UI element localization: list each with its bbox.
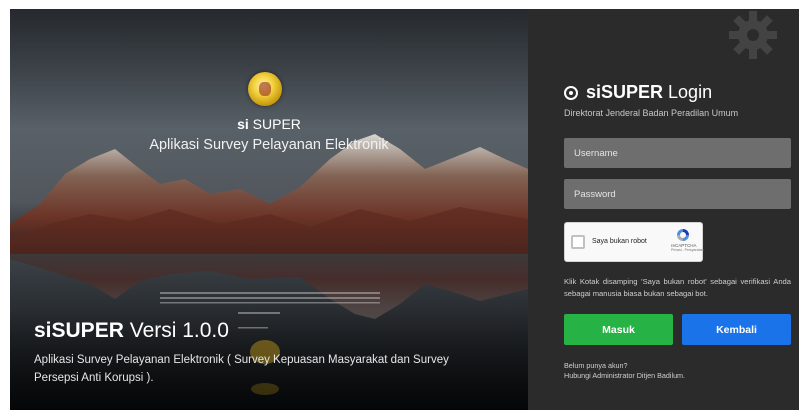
- gear-icon: [729, 11, 777, 59]
- login-submit-button[interactable]: Masuk: [564, 314, 673, 345]
- password-input[interactable]: [564, 179, 791, 209]
- recaptcha-branding: reCAPTCHA Privasi - Persyaratan: [671, 228, 703, 252]
- register-note: Belum punya akun? Hubungi Administrator …: [564, 361, 685, 381]
- version-rest: Versi 1.0.0: [129, 319, 229, 342]
- version-heading: siSUPER Versi 1.0.0: [34, 319, 229, 343]
- login-subtitle: Direktorat Jenderal Badan Peradilan Umum: [564, 108, 739, 118]
- app-tagline: Aplikasi Survey Pelayanan Elektronik: [149, 137, 389, 153]
- brand-bold: si: [237, 116, 249, 132]
- login-title: siSUPER Login: [564, 82, 712, 103]
- version-bold: siSUPER: [34, 319, 124, 342]
- username-input[interactable]: [564, 138, 791, 168]
- mountain-lake-background: [10, 9, 528, 410]
- contact-admin-text: Hubungi Administrator Ditjen Badilum.: [564, 371, 686, 380]
- login-title-bold: siSUPER: [586, 82, 664, 102]
- recaptcha-checkbox[interactable]: [571, 235, 585, 249]
- captcha-hint: Klik Kotak disamping 'Saya bukan robot' …: [564, 277, 791, 298]
- recaptcha-widget: Saya bukan robot reCAPTCHA Privasi - Per…: [564, 222, 703, 262]
- brand-rest: SUPER: [252, 116, 301, 132]
- hero-panel: si SUPER Aplikasi Survey Pelayanan Elekt…: [10, 9, 528, 410]
- recaptcha-icon: [677, 229, 689, 241]
- app-brand: si SUPER: [10, 116, 528, 132]
- recaptcha-terms-link[interactable]: Privasi - Persyaratan: [671, 248, 703, 252]
- app-frame: si SUPER Aplikasi Survey Pelayanan Elekt…: [10, 9, 799, 410]
- back-button[interactable]: Kembali: [682, 314, 791, 345]
- login-panel: siSUPER Login Direktorat Jenderal Badan …: [528, 9, 799, 410]
- login-title-rest: Login: [668, 82, 713, 102]
- recaptcha-label: Saya bukan robot: [592, 238, 647, 245]
- logo-emblem-icon: [248, 72, 282, 106]
- app-description: Aplikasi Survey Pelayanan Elektronik ( S…: [34, 354, 449, 384]
- register-question: Belum punya akun?: [564, 361, 628, 370]
- target-icon: [564, 85, 578, 100]
